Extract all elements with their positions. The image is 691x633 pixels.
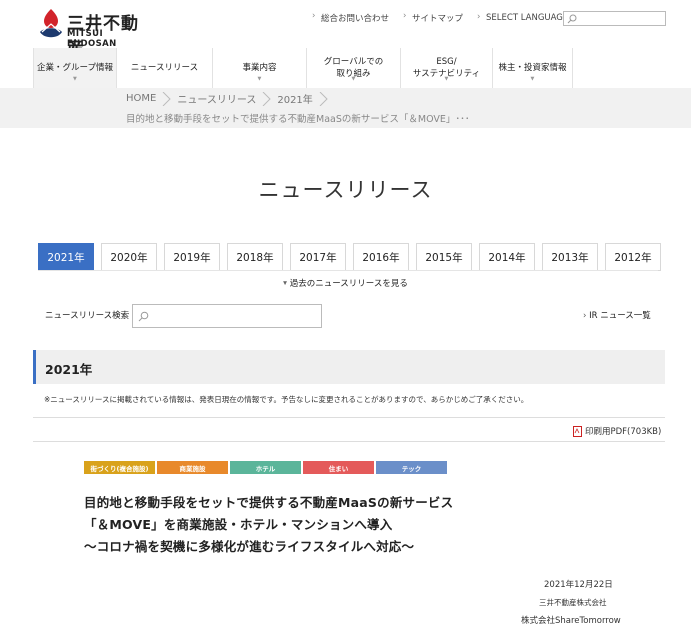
year-tabs: 2021年 2020年 2019年 2018年 2017年 2016年 2015… bbox=[38, 243, 661, 271]
company-name: 三井不動産株式会社 bbox=[539, 598, 607, 607]
breadcrumb-band: HOME ニュースリリース 2021年 目的地と移動手段をセットで提供する不動産… bbox=[0, 88, 691, 128]
caret-down-icon: ▼ bbox=[283, 280, 287, 287]
tab-year-2015[interactable]: 2015年 bbox=[416, 243, 472, 271]
tag-hotel[interactable]: ホテル bbox=[230, 461, 301, 474]
headline-line: ～コロナ禍を契機に多様化が進むライフスタイルへ対応～ bbox=[84, 539, 415, 554]
news-search-input[interactable] bbox=[132, 304, 322, 328]
chevron-down-icon: ▼ bbox=[530, 76, 535, 82]
disclaimer-notice: ※ニュースリリースに掲載されている情報は、発表日現在の情報です。予告なしに変更さ… bbox=[44, 395, 529, 404]
breadcrumb-news-release[interactable]: ニュースリリース bbox=[177, 91, 256, 106]
nav-news-release[interactable]: ニュースリリース bbox=[117, 48, 213, 88]
search-icon bbox=[567, 14, 577, 24]
company-logo[interactable]: 三井不動産 MITSUI FUDOSAN bbox=[38, 8, 150, 59]
tab-year-2014[interactable]: 2014年 bbox=[479, 243, 535, 271]
sitemap-link[interactable]: サイトマップ bbox=[403, 11, 463, 24]
chevron-down-icon: ▼ bbox=[351, 76, 356, 82]
breadcrumb-year[interactable]: 2021年 bbox=[277, 91, 312, 106]
tab-year-2013[interactable]: 2013年 bbox=[542, 243, 598, 271]
chevron-right-icon bbox=[262, 91, 272, 106]
pdf-icon bbox=[573, 425, 582, 437]
chevron-down-icon: ▼ bbox=[73, 76, 77, 82]
chevron-down-icon: ▼ bbox=[257, 76, 262, 82]
nav-investors[interactable]: 株主・投資家情報 ▼ bbox=[493, 48, 573, 88]
print-pdf-link[interactable]: 印刷用PDF(703KB) bbox=[573, 425, 661, 437]
company-name: 株式会社ShareTomorrow bbox=[521, 616, 621, 626]
tab-year-2017[interactable]: 2017年 bbox=[290, 243, 346, 271]
breadcrumb-home[interactable]: HOME bbox=[126, 93, 156, 104]
global-nav: 企業・グループ情報 ▼ ニュースリリース 事業内容 ▼ グローバルでの 取り組み… bbox=[33, 48, 665, 88]
tab-year-2018[interactable]: 2018年 bbox=[227, 243, 283, 271]
site-header: 三井不動産 MITSUI FUDOSAN 総合お問い合わせ サイトマップ SEL… bbox=[0, 0, 691, 59]
news-search-label: ニュースリリース検索 bbox=[45, 311, 130, 321]
tab-year-2021[interactable]: 2021年 bbox=[38, 243, 94, 271]
tag-commercial[interactable]: 商業施設 bbox=[157, 461, 228, 474]
publish-date: 2021年12月22日 bbox=[544, 580, 613, 590]
chevron-right-icon bbox=[319, 91, 328, 106]
tab-year-2016[interactable]: 2016年 bbox=[353, 243, 409, 271]
chevron-down-icon: ▼ bbox=[444, 76, 449, 82]
ir-news-link[interactable]: › IR ニュース一覧 bbox=[583, 309, 651, 321]
header-search-input[interactable] bbox=[563, 11, 666, 26]
article-headline: 目的地と移動手段をセットで提供する不動産MaaSの新サービス 「＆MOVE」を商… bbox=[84, 492, 453, 558]
tag-tech[interactable]: テック bbox=[376, 461, 447, 474]
breadcrumb: HOME ニュースリリース 2021年 bbox=[126, 91, 334, 106]
nav-label: ニュースリリース bbox=[130, 63, 199, 73]
tag-town-development[interactable]: 街づくり(複合施設) bbox=[84, 461, 155, 474]
divider bbox=[38, 270, 658, 271]
ir-news-label: IR ニュース一覧 bbox=[589, 311, 651, 321]
utility-nav: 総合お問い合わせ サイトマップ SELECT LANGUAGE bbox=[312, 11, 582, 24]
tab-year-2020[interactable]: 2020年 bbox=[101, 243, 157, 271]
category-tags: 街づくり(複合施設) 商業施設 ホテル 住まい テック bbox=[84, 461, 449, 474]
select-language-link[interactable]: SELECT LANGUAGE bbox=[477, 12, 568, 23]
section-heading: 2021年 bbox=[33, 350, 665, 384]
divider bbox=[33, 441, 665, 442]
past-news-label: 過去のニュースリリースを見る bbox=[289, 279, 408, 289]
nav-corporate[interactable]: 企業・グループ情報 ▼ bbox=[33, 48, 117, 88]
headline-line: 「＆MOVE」を商業施設・ホテル・マンションへ導入 bbox=[84, 517, 393, 532]
breadcrumb-current: 目的地と移動手段をセットで提供する不動産MaaSの新サービス「＆MOVE」･･･ bbox=[126, 114, 470, 125]
chevron-right-icon: › bbox=[583, 311, 587, 321]
nav-global[interactable]: グローバルでの 取り組み ▼ bbox=[307, 48, 401, 88]
tag-housing[interactable]: 住まい bbox=[303, 461, 374, 474]
pdf-label: 印刷用PDF(703KB) bbox=[585, 427, 662, 437]
logo-text-en: MITSUI FUDOSAN bbox=[67, 29, 117, 49]
past-news-toggle[interactable]: ▼ 過去のニュースリリースを見る bbox=[0, 277, 691, 289]
section-heading-text: 2021年 bbox=[45, 362, 93, 377]
logo-mark-icon bbox=[40, 9, 62, 38]
contact-link[interactable]: 総合お問い合わせ bbox=[312, 11, 389, 24]
divider bbox=[33, 417, 665, 418]
tab-year-2019[interactable]: 2019年 bbox=[164, 243, 220, 271]
headline-line: 目的地と移動手段をセットで提供する不動産MaaSの新サービス bbox=[84, 495, 454, 510]
nav-esg[interactable]: ESG/ サステナビリティ ▼ bbox=[401, 48, 493, 88]
nav-business[interactable]: 事業内容 ▼ bbox=[213, 48, 307, 88]
page-title: ニュースリリース bbox=[258, 178, 433, 202]
search-icon bbox=[138, 311, 149, 322]
chevron-right-icon bbox=[162, 91, 172, 106]
tab-year-2012[interactable]: 2012年 bbox=[605, 243, 661, 271]
